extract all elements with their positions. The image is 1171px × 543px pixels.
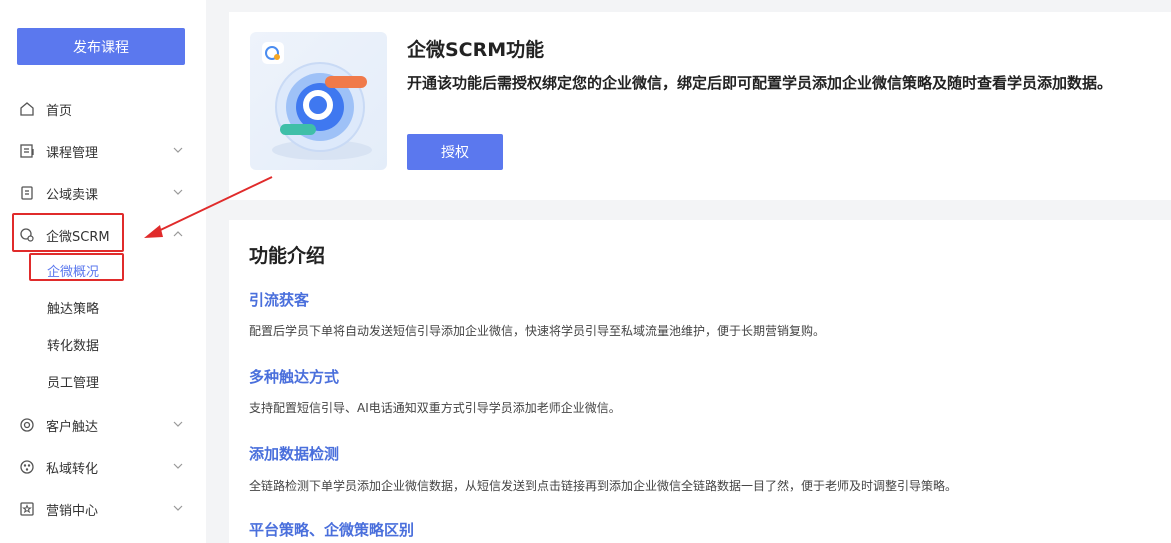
sidebar-item-private-conversion[interactable]: 私域转化 (0, 452, 206, 482)
chevron-down-icon[interactable] (172, 418, 184, 430)
sidebar: 发布课程 首页 课程管理 公域卖课 企微SCRM 企微概况 触达策略 转化数据 … (0, 0, 206, 543)
sub-item-reach-strategy[interactable]: 触达策略 (47, 296, 99, 318)
home-icon (20, 102, 34, 116)
sidebar-item-home[interactable]: 首页 (0, 94, 206, 124)
chevron-down-icon[interactable] (172, 502, 184, 514)
section-description: 支持配置短信引导、AI电话通知双重方式引导学员添加老师企业微信。 (249, 401, 621, 415)
feature-description: 开通该功能后需授权绑定您的企业微信，绑定后即可配置学员添加企业微信策略及随时查看… (407, 74, 1113, 92)
highlight-box-wecom-scrm (12, 213, 124, 252)
section-title: 平台策略、企微策略区别 (249, 521, 415, 539)
sub-item-staff-management[interactable]: 员工管理 (47, 370, 99, 392)
section-description: 全链路检测下单学员添加企业微信数据，从短信发送到点击链接再到添加企业微信全链路数… (249, 479, 958, 493)
marketing-icon (20, 502, 34, 516)
customer-reach-icon (20, 418, 34, 432)
publish-course-button[interactable]: 发布课程 (17, 28, 185, 65)
feature-title: 企微SCRM功能 (407, 39, 545, 61)
course-icon (20, 144, 34, 158)
section-title: 添加数据检测 (249, 445, 340, 463)
sidebar-item-label: 课程管理 (46, 145, 99, 161)
sidebar-item-label: 首页 (46, 103, 73, 119)
section-title: 引流获客 (249, 291, 310, 309)
authorize-button[interactable]: 授权 (407, 134, 503, 170)
sub-item-conversion-data[interactable]: 转化数据 (47, 333, 99, 355)
sidebar-item-label: 营销中心 (46, 503, 99, 519)
private-conversion-icon (20, 460, 34, 474)
annotation-arrow (144, 176, 273, 238)
feature-illustration (250, 32, 387, 170)
section-description: 配置后学员下单将自动发送短信引导添加企业微信，快速将学员引导至私域流量池维护，便… (249, 324, 826, 338)
sidebar-item-label: 客户触达 (46, 419, 99, 435)
highlight-box-wecom-overview (29, 253, 124, 281)
intro-panel (229, 220, 1171, 543)
sidebar-item-label: 公域卖课 (46, 187, 99, 203)
public-sale-icon (21, 186, 33, 200)
chevron-down-icon[interactable] (172, 144, 184, 156)
sidebar-item-label: 私域转化 (46, 461, 99, 477)
chevron-down-icon[interactable] (172, 460, 184, 472)
sidebar-item-customer-reach[interactable]: 客户触达 (0, 410, 206, 440)
sidebar-item-course-management[interactable]: 课程管理 (0, 136, 206, 166)
sidebar-item-marketing-center[interactable]: 营销中心 (0, 494, 206, 524)
section-title: 多种触达方式 (249, 368, 340, 386)
